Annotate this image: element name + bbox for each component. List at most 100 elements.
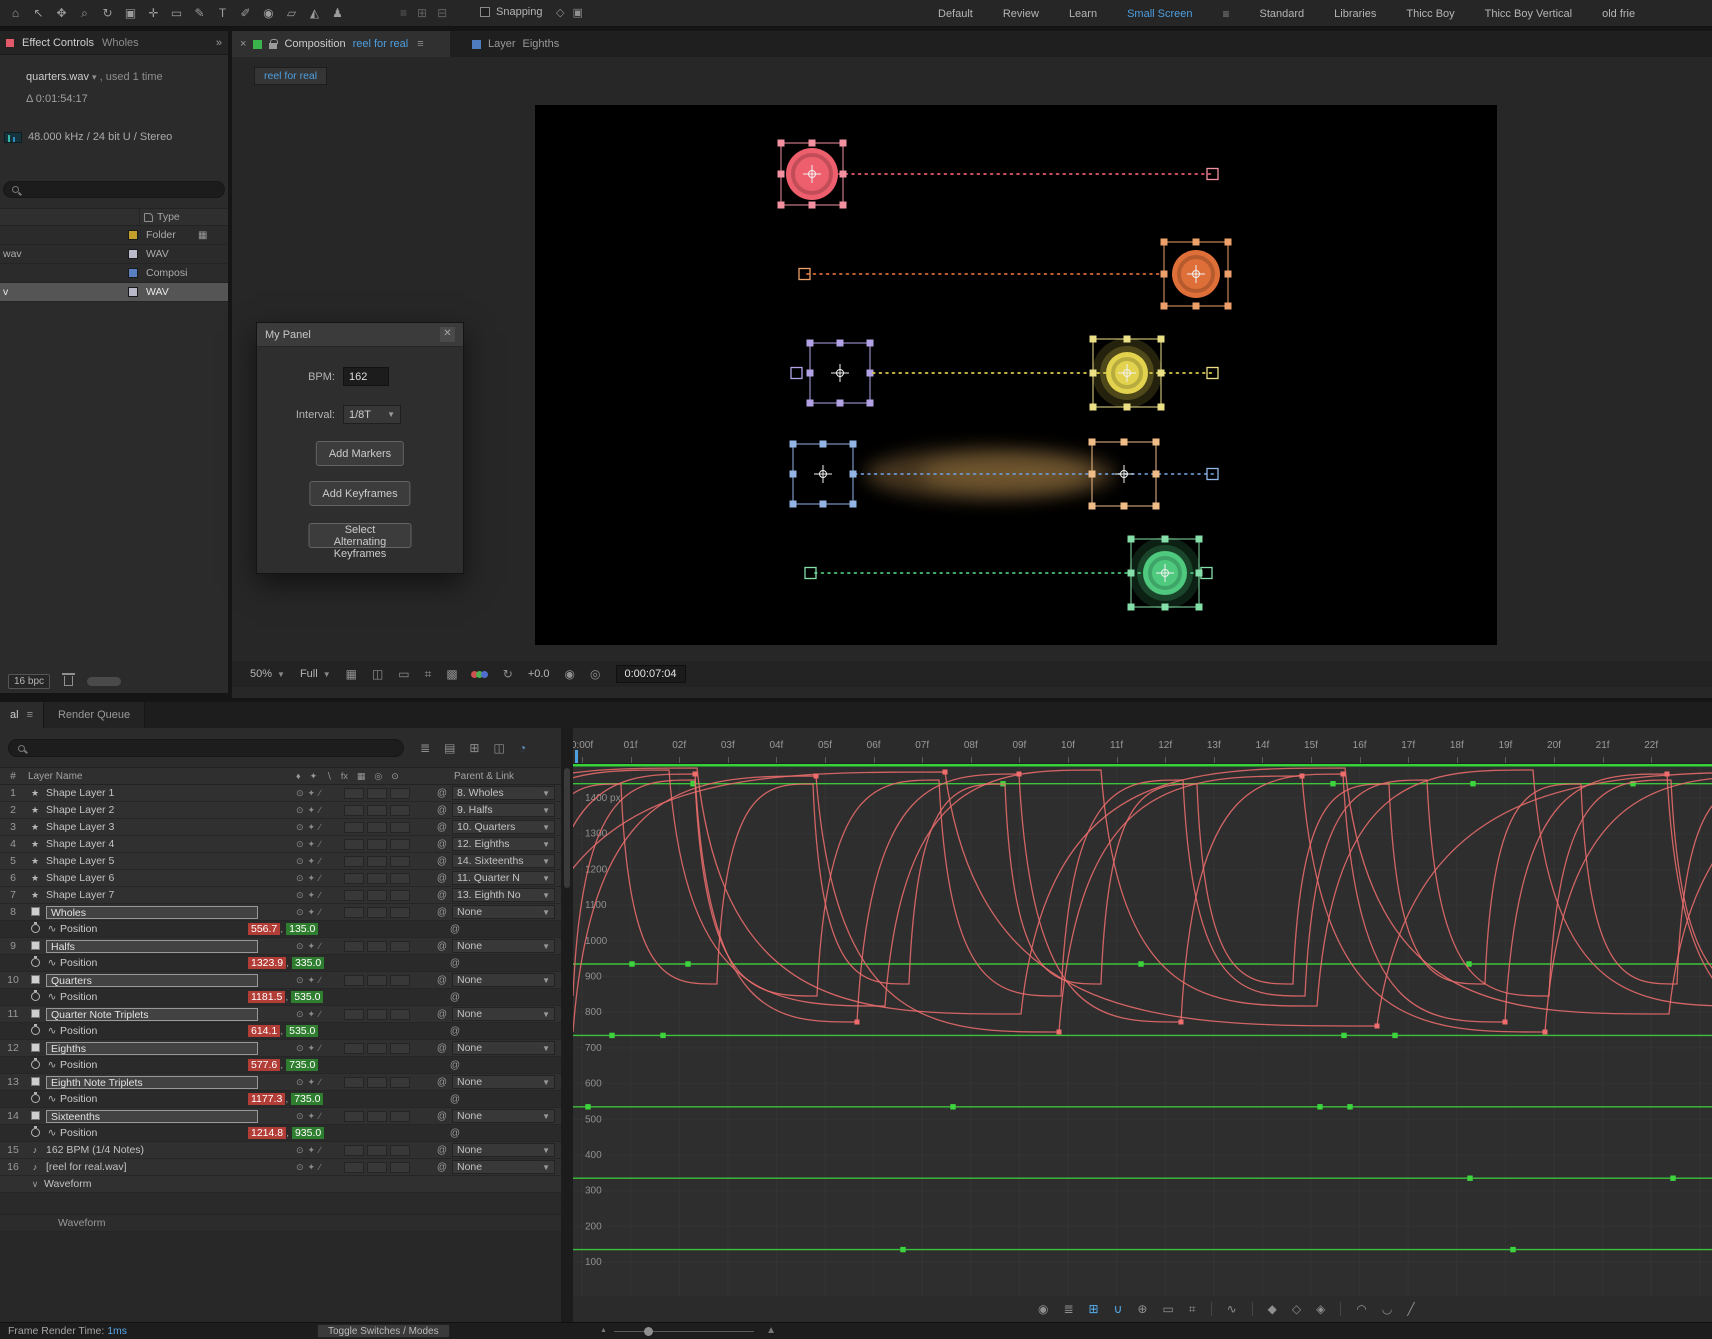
eighth-note-triplets-handle[interactable] — [1088, 502, 1096, 510]
tab-composition[interactable]: × Composition reel for real ≡ — [232, 31, 450, 57]
project-search-input[interactable] — [3, 181, 225, 198]
composition-viewport[interactable] — [535, 105, 1497, 645]
lock-icon[interactable]: ⊙ — [296, 890, 304, 901]
layer-row-162-bpm-1-4-notes[interactable]: 15 ♪ 162 BPM (1/4 Notes) ⊙ ✦ ∕ @ None ▼ — [0, 1142, 561, 1159]
quarter-note-triplets-handle[interactable] — [866, 339, 874, 347]
ease-hold-icon[interactable]: ◠ — [1356, 1302, 1366, 1316]
shy-icon[interactable]: ∕ — [319, 1111, 321, 1122]
keyframe[interactable] — [1542, 1029, 1548, 1035]
keyframe[interactable] — [900, 1246, 906, 1253]
mode-cell[interactable] — [344, 804, 364, 816]
auto-zoom-icon[interactable]: ⊕ — [1137, 1302, 1147, 1316]
halfs-handle[interactable] — [1160, 270, 1168, 278]
bpm-input[interactable] — [343, 367, 389, 386]
x-curve[interactable] — [524, 783, 1712, 985]
zoom-in-mountain-icon[interactable]: ▲ — [766, 1325, 776, 1336]
parent-link-select[interactable]: None ▼ — [452, 939, 555, 953]
keyframe[interactable] — [1340, 771, 1346, 777]
parent-link-select[interactable]: 14. Sixteenths ▼ — [452, 854, 555, 868]
solo-icon[interactable]: ✦ — [308, 1145, 316, 1156]
solo-icon[interactable]: ✦ — [308, 805, 316, 816]
position-x-value[interactable]: 577.6 — [248, 1059, 281, 1071]
layer-row-reel-for-real-wav[interactable]: 16 ♪ [reel for real.wav] ⊙ ✦ ∕ @ None ▼ — [0, 1159, 561, 1176]
parent-link-select[interactable]: None ▼ — [452, 1160, 555, 1174]
project-item-row[interactable]: v WAV — [0, 283, 228, 302]
layer-name[interactable]: Eighths — [44, 1041, 296, 1055]
mode-cell[interactable] — [344, 1144, 364, 1156]
stopwatch-icon[interactable] — [26, 1023, 44, 1037]
mode-cell[interactable] — [390, 872, 410, 884]
mode-cell[interactable] — [344, 1076, 364, 1088]
keyframe[interactable] — [1317, 1104, 1323, 1110]
layer-name[interactable]: Shape Layer 5 — [44, 855, 296, 867]
shape-tool-icon[interactable]: ▭ — [165, 0, 188, 27]
layer-name[interactable]: Shape Layer 6 — [44, 872, 296, 884]
pick-whip-icon[interactable]: @ — [445, 1094, 465, 1105]
my-panel-window[interactable]: My Panel ✕ BPM: Interval: 1/8T ▼ Add Mar… — [256, 322, 464, 574]
mode-cell[interactable] — [344, 1110, 364, 1122]
tab-effect-controls-target[interactable]: Wholes — [102, 37, 139, 49]
shy-icon[interactable]: ∕ — [319, 1043, 321, 1054]
graph-editor-icon[interactable]: ◔ — [519, 741, 526, 755]
channels-icon[interactable] — [470, 670, 488, 678]
pick-whip-icon[interactable]: @ — [432, 941, 452, 952]
my-panel-titlebar[interactable]: My Panel ✕ — [257, 323, 463, 347]
property-name[interactable]: Position — [60, 1059, 248, 1071]
keyframe[interactable] — [1374, 1023, 1380, 1029]
null-checkbox-icon[interactable] — [30, 906, 40, 916]
snap-shape-icon[interactable]: ◇ — [556, 7, 564, 19]
mode-cell[interactable] — [344, 855, 364, 867]
quarter-note-triplets-handle[interactable] — [806, 369, 814, 377]
layer-name-box[interactable]: Quarter Note Triplets — [46, 1007, 258, 1021]
mode-cell[interactable] — [367, 821, 387, 833]
halfs-handle[interactable] — [1224, 238, 1232, 246]
solo-icon[interactable]: ✦ — [308, 822, 316, 833]
column-number[interactable]: # — [0, 771, 26, 782]
mode-cell[interactable] — [367, 1144, 387, 1156]
solo-icon[interactable]: ✦ — [308, 1111, 316, 1122]
layer-name[interactable]: Shape Layer 7 — [44, 889, 296, 901]
mode-cell[interactable] — [390, 1076, 410, 1088]
eighths-handle[interactable] — [789, 500, 797, 508]
mode-cell[interactable] — [367, 804, 387, 816]
timeline-zoom-slider[interactable]: ▲ ▲ — [596, 1323, 776, 1339]
select-alternating-keyframes-button[interactable]: Select Alternating Keyframes — [308, 523, 412, 560]
shy-icon[interactable]: ∕ — [319, 1145, 321, 1156]
x-curve[interactable] — [572, 775, 1712, 1033]
pick-whip-icon[interactable]: @ — [432, 907, 452, 918]
layer-row-shape-layer-5[interactable]: 5 ★ Shape Layer 5 ⊙ ✦ ∕ @14. Sixteenths ▼ — [0, 853, 561, 870]
solo-icon[interactable]: ✦ — [308, 907, 316, 918]
lock-icon[interactable]: ⊙ — [296, 1162, 304, 1173]
solo-icon[interactable]: ✦ — [308, 975, 316, 986]
eighths-handle[interactable] — [849, 440, 857, 448]
keyframe[interactable] — [1330, 781, 1336, 787]
orbit-tool-icon[interactable]: ↻ — [96, 0, 119, 27]
eighths-handle[interactable] — [849, 500, 857, 508]
mode-cell[interactable] — [390, 804, 410, 816]
graph-include-icon[interactable]: ∿ — [44, 1127, 60, 1139]
shy-icon[interactable]: ∕ — [319, 1162, 321, 1173]
null-checkbox-icon[interactable] — [30, 1110, 40, 1120]
keyframe[interactable] — [942, 769, 948, 775]
label-color-chip[interactable] — [128, 249, 138, 259]
lock-icon[interactable] — [269, 38, 279, 49]
mode-cell[interactable] — [344, 1042, 364, 1054]
column-layer-name[interactable]: Layer Name — [26, 771, 296, 782]
pick-whip-icon[interactable]: @ — [445, 924, 465, 935]
eighth-note-triplets-handle[interactable] — [1088, 470, 1096, 478]
keyframe[interactable] — [1016, 771, 1022, 777]
layer-name-box[interactable]: Sixteenths — [46, 1109, 258, 1123]
add-keyframes-button[interactable]: Add Keyframes — [309, 481, 411, 506]
keyframe[interactable] — [692, 771, 698, 777]
keyframe[interactable] — [1056, 1029, 1062, 1035]
lock-icon[interactable]: ⊙ — [296, 805, 304, 816]
type-tool-icon[interactable]: T — [211, 0, 234, 27]
workspace-old-frie[interactable]: old frie — [1602, 8, 1635, 20]
mode-cell[interactable] — [367, 872, 387, 884]
position-x-value[interactable]: 1214.8 — [248, 1127, 287, 1139]
eighth-note-triplets-handle[interactable] — [1120, 502, 1128, 510]
layer-row-shape-layer-3[interactable]: 3 ★ Shape Layer 3 ⊙ ✦ ∕ @10. Quarters ▼ — [0, 819, 561, 836]
shy-icon[interactable]: ∕ — [319, 856, 321, 867]
parent-link-select[interactable]: None ▼ — [452, 1143, 555, 1157]
pen-tool-icon[interactable]: ✎ — [188, 0, 211, 27]
